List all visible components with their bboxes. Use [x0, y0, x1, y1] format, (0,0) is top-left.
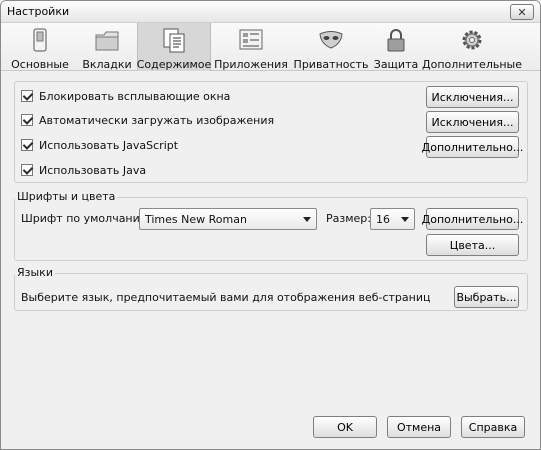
title-bar[interactable]: Настройки ✕ [1, 1, 540, 23]
fonts-advanced-button[interactable]: Дополнительно... [422, 208, 523, 230]
javascript-label: Использовать JavaScript [39, 138, 179, 152]
popups-exceptions-label: Исключения... [431, 90, 514, 104]
colors-label: Цвета... [449, 238, 496, 252]
tab-privacy[interactable]: Приватность [293, 23, 369, 71]
languages-description: Выберите язык, предпочитаемый вами для о… [21, 291, 431, 304]
java-checkbox[interactable]: Использовать Java [21, 162, 146, 178]
close-icon: ✕ [517, 5, 527, 19]
load-images-checkbox[interactable]: Автоматически загружать изображения [21, 112, 274, 128]
applications-icon [239, 29, 263, 50]
java-label: Использовать Java [39, 163, 147, 177]
images-exceptions-button[interactable]: Исключения... [426, 111, 519, 133]
chevron-down-icon [401, 217, 409, 222]
help-button[interactable]: Справка [461, 416, 525, 438]
tab-content[interactable]: Содержимое [137, 23, 211, 71]
checkbox-checked-icon[interactable] [21, 139, 33, 151]
tab-content-label: Содержимое [136, 58, 212, 71]
choose-languages-label: Выбрать... [456, 290, 517, 304]
fonts-advanced-label: Дополнительно... [421, 212, 524, 226]
tab-security-label: Защита [373, 58, 419, 71]
tab-advanced-label: Дополнительные [422, 58, 522, 71]
tab-main-label: Основные [11, 58, 69, 71]
javascript-checkbox[interactable]: Использовать JavaScript [21, 137, 178, 153]
tab-applications-label: Приложения [214, 58, 288, 71]
load-images-label: Автоматически загружать изображения [39, 113, 275, 127]
block-popups-label: Блокировать всплывающие окна [39, 89, 231, 103]
tab-privacy-label: Приватность [293, 58, 369, 71]
font-size-label: Размер: [326, 212, 371, 225]
chevron-down-icon [303, 217, 311, 222]
ok-label: OK [337, 420, 353, 434]
javascript-advanced-label: Дополнительно... [421, 140, 524, 154]
window-title: Настройки [7, 5, 70, 18]
font-size-select[interactable]: 16 [370, 208, 415, 230]
preferences-toolbar: Основные Вкладки Содержимое Приложения П… [1, 23, 540, 71]
block-popups-checkbox[interactable]: Блокировать всплывающие окна [21, 88, 230, 104]
cancel-button[interactable]: Отмена [387, 416, 451, 438]
padlock-icon [387, 29, 405, 52]
images-exceptions-label: Исключения... [431, 115, 514, 129]
javascript-advanced-button[interactable]: Дополнительно... [422, 136, 523, 158]
tab-security[interactable]: Защита [373, 23, 419, 71]
fonts-colors-title: Шрифты и цвета [15, 190, 118, 203]
help-label: Справка [468, 420, 518, 434]
tab-main[interactable]: Основные [9, 23, 71, 71]
default-font-select[interactable]: Times New Roman [139, 208, 317, 230]
folder-tabs-icon [95, 31, 119, 51]
switch-icon [33, 28, 47, 52]
tab-tabs[interactable]: Вкладки [81, 23, 133, 71]
font-size-value: 16 [376, 212, 390, 226]
cancel-label: Отмена [396, 420, 442, 434]
checkbox-checked-icon[interactable] [21, 164, 33, 176]
colors-button[interactable]: Цвета... [426, 234, 519, 256]
languages-title: Языки [15, 266, 55, 279]
default-font-value: Times New Roman [145, 212, 247, 226]
ok-button[interactable]: OK [313, 416, 377, 438]
choose-languages-button[interactable]: Выбрать... [454, 286, 519, 308]
close-button[interactable]: ✕ [510, 4, 534, 20]
document-content-icon [163, 28, 185, 53]
tab-advanced[interactable]: Дополнительные [422, 23, 522, 71]
mask-icon [319, 31, 343, 49]
default-font-label: Шрифт по умолчанию: [21, 212, 153, 225]
tab-tabs-label: Вкладки [82, 58, 132, 71]
tab-applications[interactable]: Приложения [214, 23, 288, 71]
preferences-window: Настройки ✕ Основные Вкладки Содержимое … [0, 0, 541, 450]
checkbox-checked-icon[interactable] [21, 114, 33, 126]
gear-icon [462, 30, 482, 50]
checkbox-checked-icon[interactable] [21, 90, 33, 102]
popups-exceptions-button[interactable]: Исключения... [426, 86, 519, 108]
